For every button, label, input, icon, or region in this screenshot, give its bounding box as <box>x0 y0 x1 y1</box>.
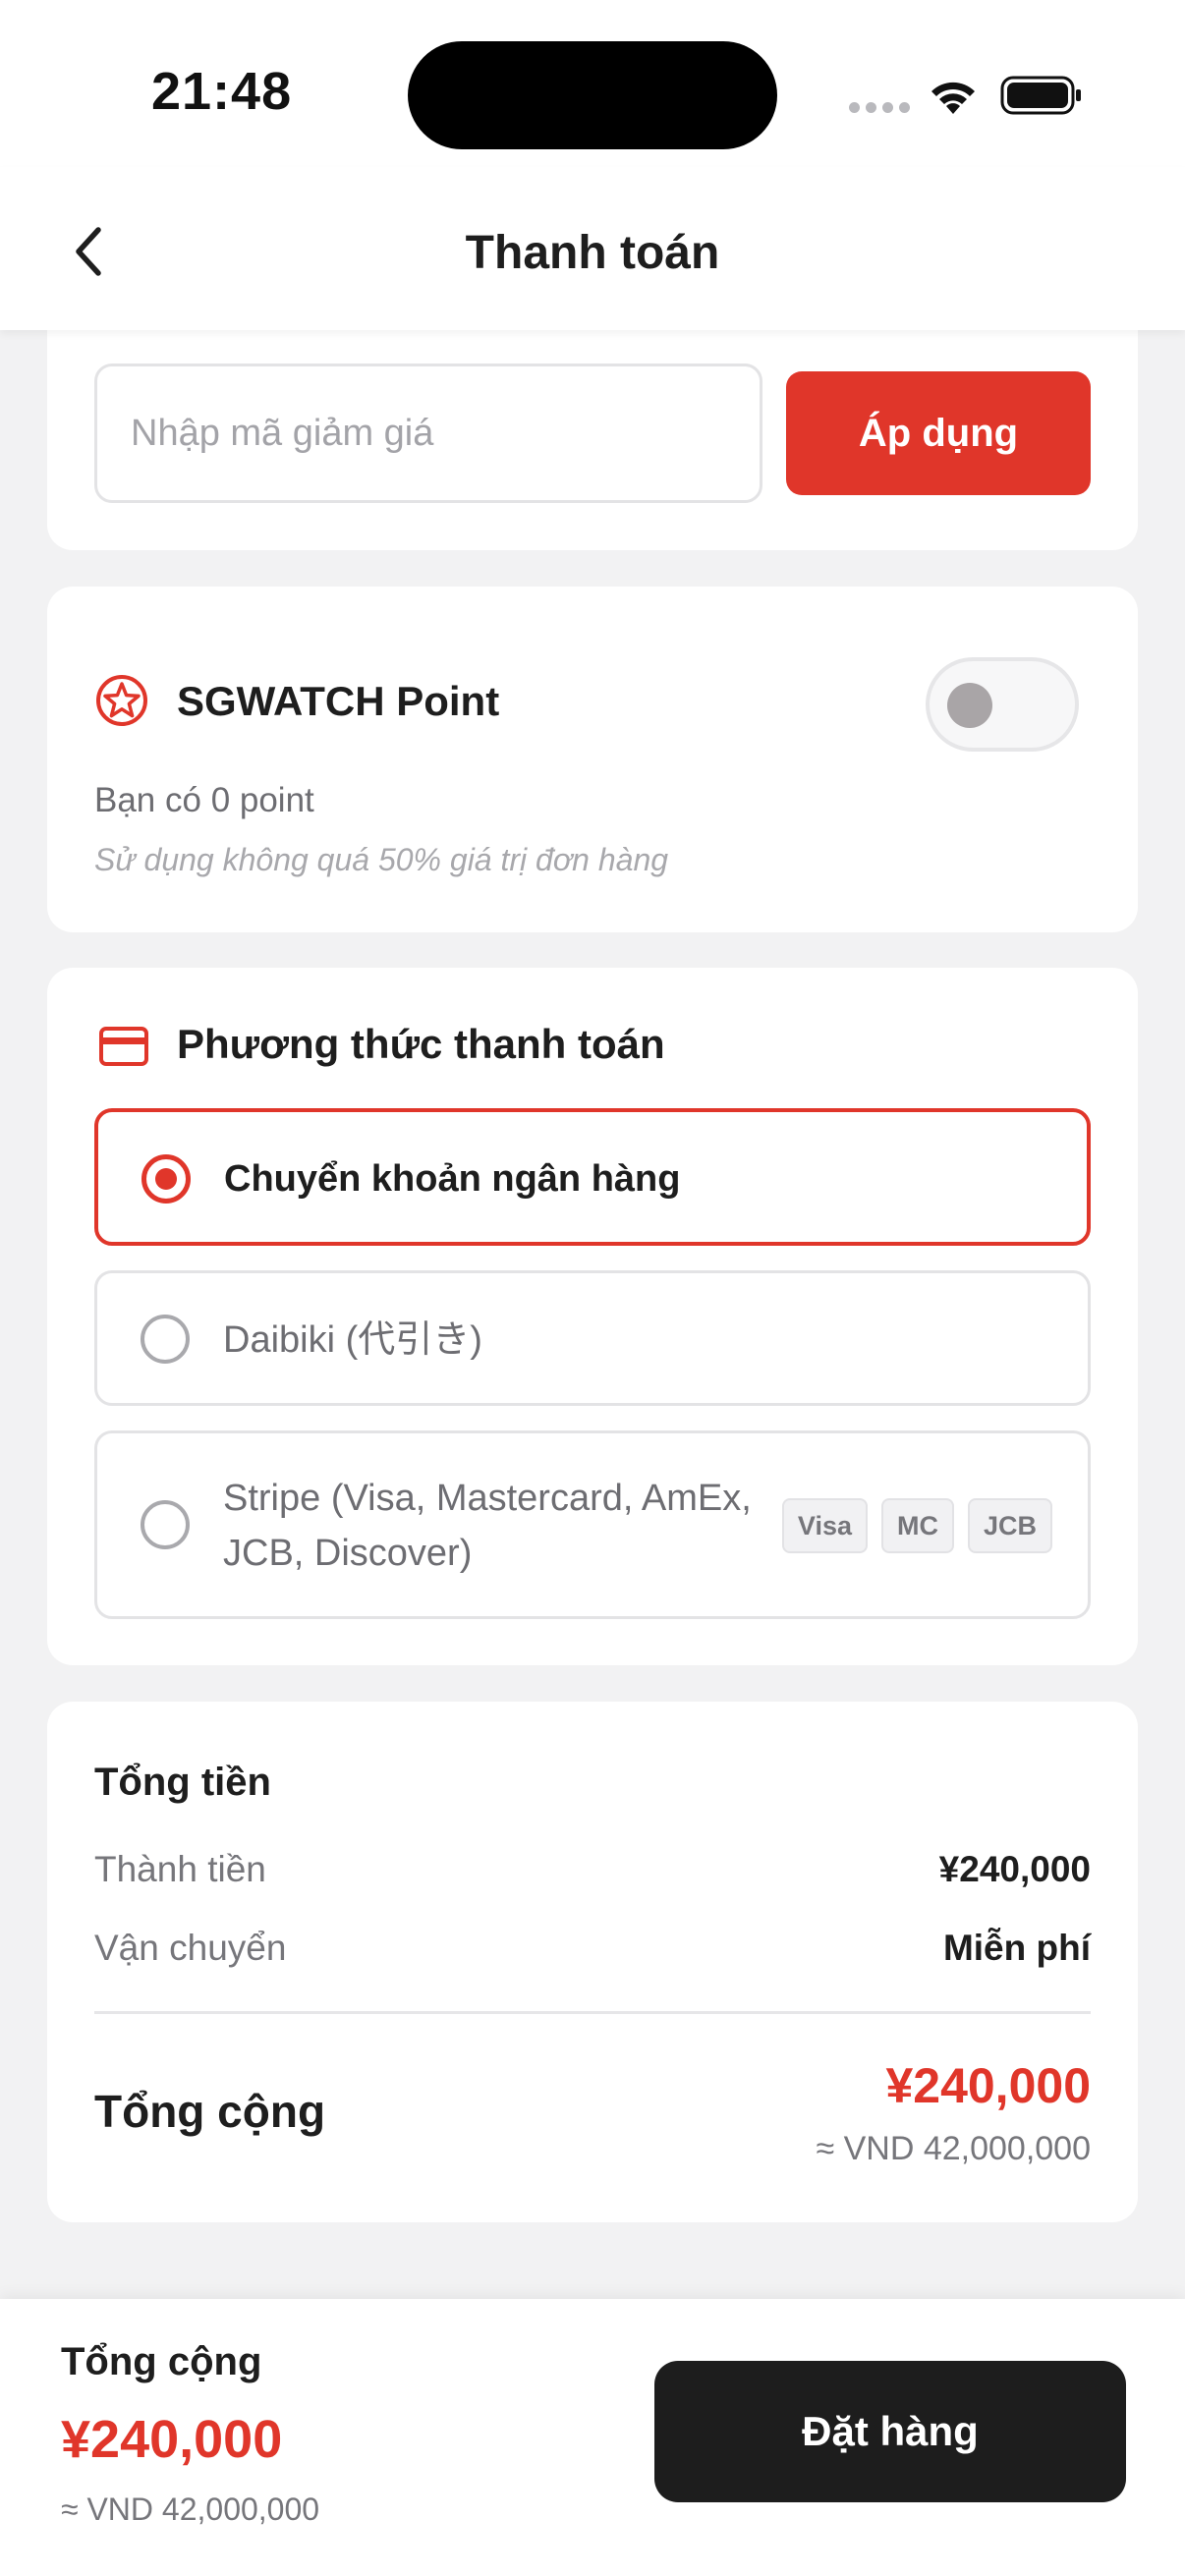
cellular-signal-icon <box>849 102 910 113</box>
points-note: Sử dụng không quá 50% giá trị đơn hàng <box>94 842 669 877</box>
apply-discount-button[interactable]: Áp dụng <box>786 371 1091 495</box>
subtotal-label: Thành tiền <box>94 1849 266 1889</box>
nav-header: Thanh toán <box>0 167 1185 330</box>
radio-selected <box>141 1154 191 1204</box>
points-toggle[interactable] <box>926 657 1079 752</box>
jcb-badge: JCB <box>967 1498 1052 1553</box>
visa-badge: Visa <box>781 1498 868 1553</box>
bottom-total-price: ¥240,000 <box>61 2410 283 2469</box>
star-badge-icon <box>96 675 147 726</box>
payment-option-bank-transfer[interactable]: Chuyển khoản ngân hàng <box>94 1108 1091 1246</box>
wifi-icon <box>931 82 975 114</box>
order-summary-card: Tổng tiền Thành tiền ¥240,000 Vận chuyển… <box>47 1702 1138 2222</box>
payment-option-daibiki[interactable]: Daibiki (代引き) <box>94 1270 1091 1406</box>
credit-card-icon <box>99 1027 148 1066</box>
mastercard-badge: MC <box>880 1498 954 1553</box>
grand-total-label: Tổng cộng <box>94 2086 326 2137</box>
radio-unselected <box>141 1500 190 1549</box>
payment-method-title: Phương thức thanh toán <box>177 1021 665 1067</box>
payment-option-stripe[interactable]: Stripe (Visa, Mastercard, AmEx, JCB, Dis… <box>94 1430 1091 1619</box>
grand-total-value: ¥240,000 <box>885 2058 1091 2113</box>
shipping-value: Miễn phí <box>942 1928 1091 1968</box>
points-card: SGWATCH Point Bạn có 0 point Sử dụng khô… <box>47 587 1138 932</box>
payment-method-card: Phương thức thanh toán Chuyển khoản ngân… <box>47 968 1138 1665</box>
subtotal-value: ¥240,000 <box>938 1849 1091 1889</box>
shipping-label: Vận chuyển <box>94 1928 287 1968</box>
payment-option-label: Daibiki (代引き) <box>223 1319 482 1361</box>
points-title: SGWATCH Point <box>177 678 500 724</box>
place-order-button[interactable]: Đặt hàng <box>654 2361 1126 2502</box>
checkout-bottom-bar: Tổng cộng ¥240,000 ≈ VND 42,000,000 Đặt … <box>0 2299 1185 2576</box>
battery-icon <box>1000 76 1081 115</box>
dynamic-island <box>408 41 777 149</box>
payment-option-label: Stripe (Visa, Mastercard, AmEx, JCB, Dis… <box>223 1478 752 1574</box>
bottom-total-label: Tổng cộng <box>61 2340 262 2383</box>
grand-total-vnd: ≈ VND 42,000,000 <box>816 2130 1091 2167</box>
payment-option-label: Chuyển khoản ngân hàng <box>224 1158 681 1200</box>
bottom-total-vnd: ≈ VND 42,000,000 <box>61 2492 320 2527</box>
discount-code-input[interactable] <box>94 364 762 503</box>
status-time: 21:48 <box>151 62 293 121</box>
status-bar: 21:48 <box>0 0 1185 167</box>
page-title: Thanh toán <box>465 227 720 279</box>
card-brand-badges: Visa MC JCB <box>781 1498 1052 1553</box>
radio-unselected <box>141 1315 190 1364</box>
summary-divider <box>94 2011 1091 2014</box>
toggle-knob <box>947 683 992 728</box>
discount-card: Áp dụng <box>47 295 1138 550</box>
summary-title: Tổng tiền <box>94 1761 271 1804</box>
points-balance: Bạn có 0 point <box>94 781 314 819</box>
